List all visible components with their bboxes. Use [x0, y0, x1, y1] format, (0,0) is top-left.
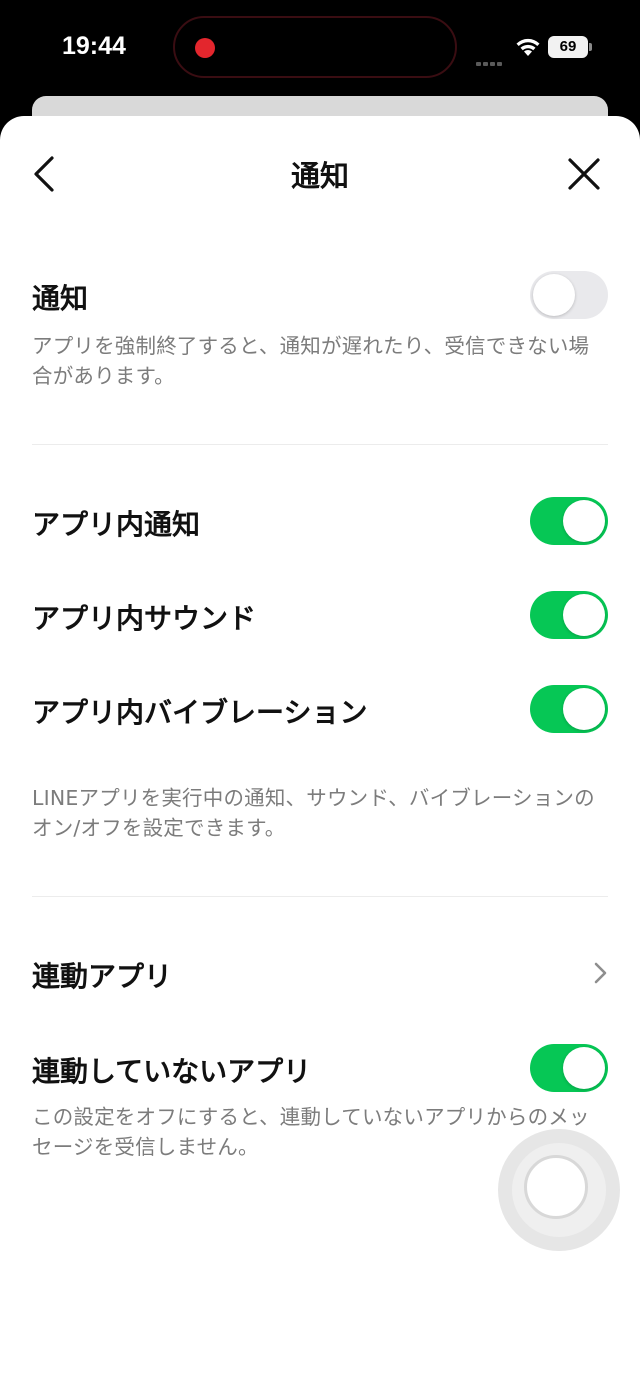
notifications-row: 通知 [32, 271, 608, 319]
in-app-notification-toggle[interactable] [530, 497, 608, 545]
divider [32, 444, 608, 445]
in-app-notification-label: アプリ内通知 [32, 508, 201, 541]
unlinked-apps-label: 連動していないアプリ [32, 1055, 312, 1088]
toggle-knob [563, 688, 605, 730]
toggle-knob [563, 1047, 605, 1089]
unlinked-apps-toggle[interactable] [530, 1044, 608, 1092]
cellular-signal-icon [476, 51, 508, 66]
battery-indicator: 69 [548, 36, 588, 58]
battery-tip-icon [589, 43, 592, 51]
toggle-knob [563, 594, 605, 636]
in-app-sound-label: アプリ内サウンド [32, 602, 257, 635]
assistive-touch-button[interactable] [498, 1129, 620, 1251]
in-app-description: LINEアプリを実行中の通知、サウンド、バイブレーションのオン/オフを設定できま… [32, 786, 595, 840]
assistive-touch-center-icon [524, 1155, 588, 1219]
notifications-label: 通知 [32, 282, 89, 315]
status-time: 19:44 [62, 32, 126, 60]
divider [32, 896, 608, 897]
status-bar: 19:44 69 [0, 0, 640, 96]
linked-apps-label: 連動アプリ [32, 960, 173, 993]
assistive-touch-ring [512, 1143, 606, 1237]
chevron-right-icon [594, 962, 607, 984]
toggle-knob [563, 500, 605, 542]
in-app-vibration-toggle[interactable] [530, 685, 608, 733]
in-app-notification-row: アプリ内通知 [32, 497, 608, 545]
page-title: 通知 [290, 159, 349, 193]
dynamic-island [173, 16, 457, 78]
in-app-sound-toggle[interactable] [530, 591, 608, 639]
unlinked-apps-row: 連動していないアプリ [32, 1044, 608, 1092]
in-app-sound-row: アプリ内サウンド [32, 591, 608, 639]
wifi-icon [516, 38, 540, 56]
in-app-vibration-label: アプリ内バイブレーション [32, 696, 368, 729]
in-app-vibration-row: アプリ内バイブレーション [32, 685, 608, 733]
toggle-knob [533, 274, 575, 316]
notifications-description: アプリを強制終了すると、通知が遅れたり、受信できない場合があります。 [32, 334, 590, 388]
notifications-toggle[interactable] [530, 271, 608, 319]
linked-apps-row[interactable]: 連動アプリ [32, 949, 608, 997]
recording-indicator-icon [195, 38, 215, 58]
close-icon[interactable] [566, 156, 602, 192]
